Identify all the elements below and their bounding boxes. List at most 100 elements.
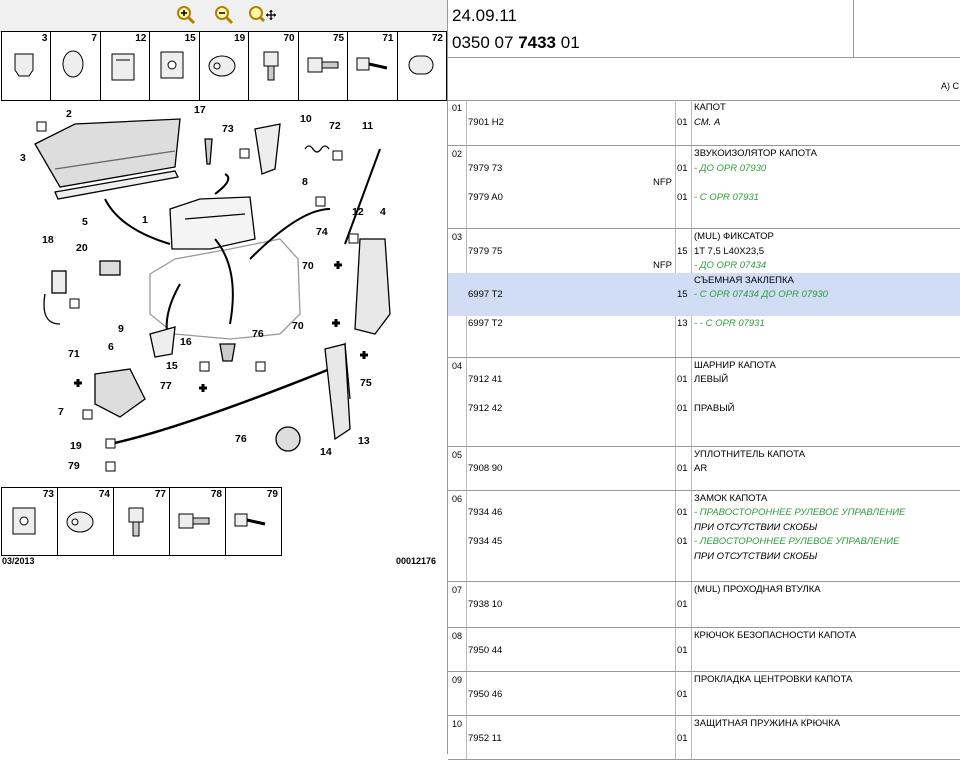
part-row-info: (MUL) ФИКСАТОР (448, 229, 960, 244)
sub-header: A) C (448, 57, 960, 101)
part-row-info (448, 301, 960, 316)
part-description: (MUL) ФИКСАТОР (694, 231, 774, 242)
zoom-pan-icon[interactable] (248, 5, 278, 25)
top-thumbnail[interactable]: 3 (2, 32, 52, 100)
thumbnail-number: 79 (266, 489, 278, 500)
part-reference: 7901 H2 (468, 116, 504, 128)
part-reference: 7979 75 (468, 245, 503, 257)
fastener-icon (12, 507, 36, 535)
part-description: - ДО OPR 07434 (694, 260, 767, 271)
diagram-label: 6 (108, 341, 114, 353)
part-reference: 7912 42 (468, 403, 503, 414)
part-row[interactable]: 7901 H2 01 СМ. A (448, 115, 960, 130)
variant-note: A) C (941, 81, 959, 91)
diagram-label: 19 (70, 440, 82, 452)
top-thumbnail[interactable]: 15 (150, 32, 200, 100)
bottom-thumbnail[interactable]: 78 (170, 488, 226, 555)
diagram-label: 77 (160, 380, 172, 392)
thumbnail-number: 70 (283, 33, 295, 44)
part-description: (MUL) ПРОХОДНАЯ ВТУЛКА (694, 584, 821, 595)
part-description: ПРИ ОТСУТСТВИИ СКОБЫ (694, 550, 818, 562)
thumbnail-number: 15 (184, 33, 196, 44)
part-group: 10 ЗАЩИТНАЯ ПРУЖИНА КРЮЧКА 7952 11 01 (448, 716, 960, 760)
part-row-info: ПРИ ОТСУТСТВИИ СКОБЫ (448, 549, 960, 564)
diagram-label: 12 (352, 206, 364, 218)
part-row-info: КРЮЧОК БЕЗОПАСНОСТИ КАПОТА (448, 628, 960, 643)
parts-header: 24.09.11 0350 07 7433 01 (448, 0, 960, 58)
diagram-label: 71 (68, 348, 80, 360)
part-row[interactable]: 6997 T2 13 - - С OPR 07931 (448, 316, 960, 331)
part-quantity: 15 (677, 245, 688, 257)
zoom-in-icon[interactable] (176, 5, 196, 25)
part-row[interactable]: 7908 90 01 AR (448, 461, 960, 476)
top-thumbnail[interactable]: 71 (348, 32, 398, 100)
top-thumbnail[interactable]: 12 (101, 32, 151, 100)
parts-diagram-panel: 3 7 12 15 19 70 75 71 72 2 3 5 1 17 73 1… (0, 0, 448, 754)
top-thumbnail[interactable]: 7 (51, 32, 101, 100)
part-row[interactable]: 7950 44 01 (448, 643, 960, 658)
part-quantity: 01 (677, 162, 688, 174)
diagram-label: 9 (118, 323, 124, 335)
part-row-info: ПРОКЛАДКА ЦЕНТРОВКИ КАПОТА (448, 672, 960, 687)
bottom-thumbnail[interactable]: 79 (226, 488, 281, 555)
part-row[interactable]: 7934 45 01 - ЛЕВОСТОРОННЕЕ РУЛЕВОЕ УПРАВЛЕ… (448, 534, 960, 549)
part-row[interactable]: 7950 46 01 (448, 687, 960, 702)
part-quantity: 01 (677, 403, 688, 414)
part-row[interactable]: 6997 T2 15 - С OPR 07434 ДО OPR 07930 (448, 287, 960, 302)
part-group: 08 КРЮЧОК БЕЗОПАСНОСТИ КАПОТА 7950 44 01 (448, 628, 960, 672)
top-thumbnail[interactable]: 75 (299, 32, 349, 100)
part-reference: 7950 44 (468, 644, 503, 656)
top-thumbnail[interactable]: 70 (249, 32, 299, 100)
part-row-info: NFP (448, 175, 960, 190)
part-description: - С OPR 07434 ДО OPR 07930 (694, 289, 828, 300)
bottom-thumbnail[interactable]: 77 (114, 488, 170, 555)
thumbnail-number: 77 (154, 489, 166, 500)
thumbnail-number: 19 (234, 33, 246, 44)
part-group: 04 ШАРНИР КАПОТА 7912 41 01 ЛЕВЫЙ 7912 42 01 ПР… (448, 357, 960, 447)
part-row-info: (MUL) ПРОХОДНАЯ ВТУЛКА (448, 582, 960, 597)
thumbnail-number: 72 (431, 33, 443, 44)
part-row[interactable]: 7934 46 01 - ПРАВОСТОРОННЕЕ РУЛЕВОЕ УПРАВЛ… (448, 505, 960, 520)
part-row[interactable]: 7952 11 01 (448, 731, 960, 746)
part-row-info: ЗАЩИТНАЯ ПРУЖИНА КРЮЧКА (448, 716, 960, 731)
part-description: ПРАВЫЙ (694, 403, 735, 414)
bottom-thumbnail[interactable]: 73 (2, 488, 58, 555)
part-row[interactable]: 7979 75 15 1T 7,5 L40X23,5 (448, 244, 960, 259)
part-reference: 7908 90 (468, 463, 503, 474)
part-quantity: 01 (677, 463, 688, 474)
fastener-icon (111, 53, 135, 81)
part-row[interactable]: 7938 10 01 (448, 597, 960, 612)
part-row[interactable]: 7912 41 01 ЛЕВЫЙ (448, 372, 960, 387)
top-thumbnail[interactable]: 19 (200, 32, 250, 100)
thumbnail-number: 7 (91, 33, 97, 44)
part-row[interactable]: 7979 73 01 - ДО OPR 07930 (448, 161, 960, 176)
part-quantity: 01 (677, 116, 688, 128)
part-reference: 7950 46 (468, 688, 503, 700)
diagram-label: 16 (180, 336, 192, 348)
part-row-info: ЗАМОК КАПОТА (448, 491, 960, 506)
fastener-icon (208, 55, 236, 77)
part-row[interactable]: 7912 42 01 ПРАВЫЙ (448, 401, 960, 416)
part-reference: 7934 46 (468, 507, 503, 518)
part-description: - ДО OPR 07930 (694, 162, 767, 174)
diagram-label: 15 (166, 360, 178, 372)
part-description: ЛЕВЫЙ (694, 374, 729, 385)
parts-list-panel: 24.09.11 0350 07 7433 01 A) C 01 КАПОТ 790… (448, 0, 960, 760)
part-quantity: 01 (677, 688, 688, 700)
part-description: 1T 7,5 L40X23,5 (694, 245, 765, 257)
part-reference: 7979 A0 (468, 191, 503, 203)
part-row[interactable]: 7979 A0 01 - С OPR 07931 (448, 190, 960, 205)
zoom-out-icon[interactable] (214, 5, 234, 25)
top-thumbnail[interactable]: 72 (398, 32, 446, 100)
diagram-label: 7 (58, 406, 64, 418)
part-description: - ПРАВОСТОРОННЕЕ РУЛЕВОЕ УПРАВЛЕНИЕ (694, 507, 906, 518)
diagram-label: 17 (194, 104, 206, 116)
diagram-label: 70 (292, 320, 304, 332)
diagram-label: 75 (360, 377, 372, 389)
diagram-label: 76 (235, 433, 247, 445)
bottom-thumbnail[interactable]: 74 (58, 488, 114, 555)
part-quantity: 01 (677, 536, 688, 547)
diagram-label: 76 (252, 328, 264, 340)
diagram-label: 70 (302, 260, 314, 272)
fastener-thumbnails-top: 3 7 12 15 19 70 75 71 72 (1, 31, 447, 101)
